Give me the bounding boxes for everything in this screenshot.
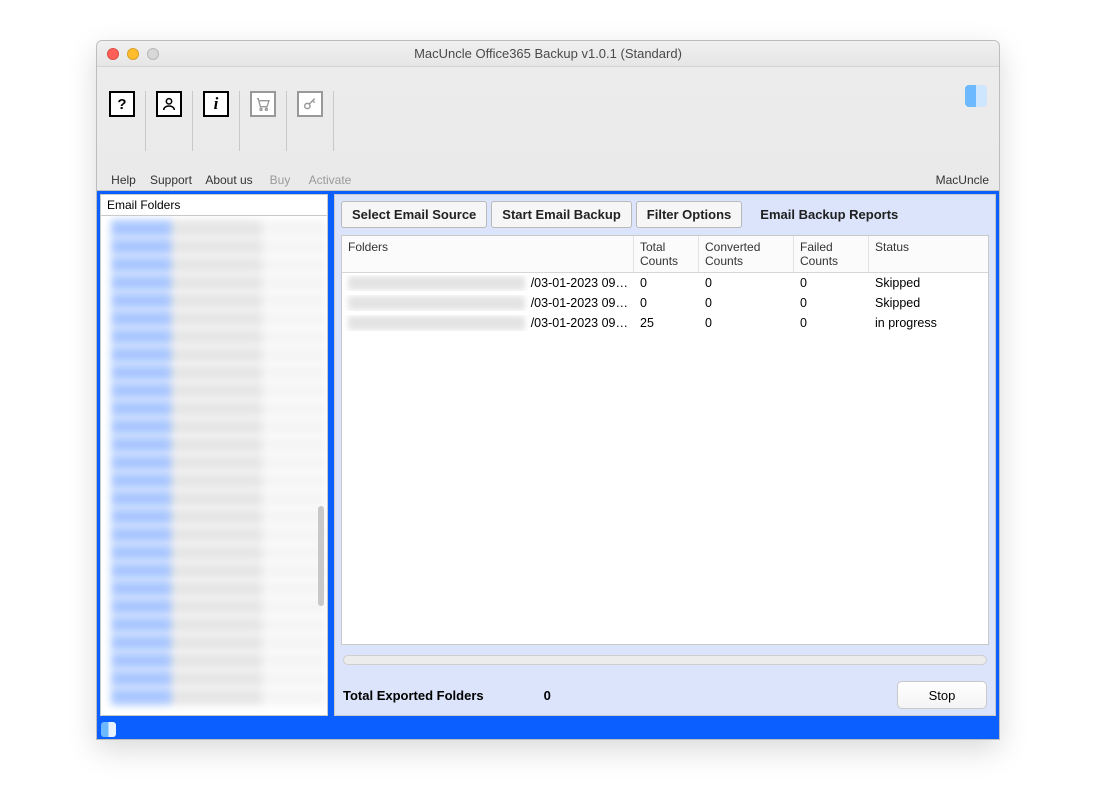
folder-item[interactable] [111,346,327,363]
stop-button[interactable]: Stop [897,681,987,709]
cell-failed: 0 [794,295,869,311]
folder-item[interactable] [111,652,327,669]
folder-item[interactable] [111,256,327,273]
exported-summary: Total Exported Folders 0 [343,688,551,703]
cell-status: Skipped [869,295,988,311]
folder-item[interactable] [111,616,327,633]
about-label: About us [200,173,258,187]
folder-item[interactable] [111,508,327,525]
cell-converted: 0 [699,295,794,311]
cell-status: in progress [869,315,988,331]
email-folders-list[interactable] [101,216,327,715]
folder-item[interactable] [111,292,327,309]
folder-item[interactable] [111,328,327,345]
folder-item[interactable] [111,238,327,255]
about-button[interactable]: i [193,91,240,151]
th-total: Total Counts [634,236,699,272]
cell-failed: 0 [794,315,869,331]
table-row[interactable]: /03-01-2023 09… 25 0 0 in progress [342,313,988,333]
progress-bar [343,655,987,665]
exported-value: 0 [544,688,551,703]
folder-item[interactable] [111,310,327,327]
question-icon: ? [109,91,135,117]
folder-item[interactable] [111,562,327,579]
folder-item[interactable] [111,634,327,651]
support-label: Support [142,173,200,187]
person-icon [156,91,182,117]
tab-backup-reports[interactable]: Email Backup Reports [746,202,908,227]
folder-item[interactable] [111,454,327,471]
tab-start-backup[interactable]: Start Email Backup [491,201,632,228]
cell-converted: 0 [699,315,794,331]
toolbar-labels: Help Support About us Buy Activate [105,173,358,187]
folder-item[interactable] [111,418,327,435]
folder-item[interactable] [111,400,327,417]
table-body: /03-01-2023 09… 0 0 0 Skipped /03-01-202… [342,273,988,644]
scrollbar-thumb[interactable] [318,506,324,606]
th-converted: Converted Counts [699,236,794,272]
titlebar: MacUncle Office365 Backup v1.0.1 (Standa… [97,41,999,67]
folder-item[interactable] [111,472,327,489]
cart-icon [250,91,276,117]
exported-label: Total Exported Folders [343,688,484,703]
activate-button[interactable] [287,91,334,151]
cell-folder: /03-01-2023 09… [342,295,634,311]
cell-total: 0 [634,275,699,291]
cell-failed: 0 [794,275,869,291]
email-folders-panel: Email Folders [100,194,328,716]
report-table: Folders Total Counts Converted Counts Fa… [341,235,989,645]
folder-item[interactable] [111,382,327,399]
window-title: MacUncle Office365 Backup v1.0.1 (Standa… [97,46,999,61]
main-body: Email Folders [97,191,999,719]
support-button[interactable] [146,91,193,151]
tabs: Select Email Source Start Email Backup F… [341,201,989,228]
tab-select-source[interactable]: Select Email Source [341,201,487,228]
folder-item[interactable] [111,526,327,543]
buy-button[interactable] [240,91,287,151]
table-row[interactable]: /03-01-2023 09… 0 0 0 Skipped [342,273,988,293]
table-header: Folders Total Counts Converted Counts Fa… [342,236,988,273]
app-window: MacUncle Office365 Backup v1.0.1 (Standa… [96,40,1000,740]
status-bar [97,719,999,739]
tab-filter-options[interactable]: Filter Options [636,201,743,228]
cell-converted: 0 [699,275,794,291]
activate-label: Activate [302,173,358,187]
cell-status: Skipped [869,275,988,291]
macuncle-small-icon [101,722,116,737]
toolbar: ? i Help Supp [97,67,999,191]
buy-label: Buy [258,173,302,187]
help-button[interactable]: ? [105,91,146,151]
cell-folder: /03-01-2023 09… [342,275,634,291]
th-folders: Folders [342,236,634,272]
table-row[interactable]: /03-01-2023 09… 0 0 0 Skipped [342,293,988,313]
help-label: Help [105,173,142,187]
folder-item[interactable] [111,436,327,453]
folder-item[interactable] [111,364,327,381]
cell-total: 25 [634,315,699,331]
key-icon [297,91,323,117]
macuncle-logo-icon [965,85,987,107]
cell-folder: /03-01-2023 09… [342,315,634,331]
folder-item[interactable] [111,688,327,705]
folder-item[interactable] [111,490,327,507]
th-failed: Failed Counts [794,236,869,272]
footer-row: Total Exported Folders 0 Stop [341,681,989,709]
folder-item[interactable] [111,220,327,237]
th-status: Status [869,236,988,272]
brand-label: MacUncle [936,173,989,187]
folder-item[interactable] [111,274,327,291]
cell-total: 0 [634,295,699,311]
right-panel: Select Email Source Start Email Backup F… [334,194,996,716]
folder-item[interactable] [111,580,327,597]
info-icon: i [203,91,229,117]
folder-item[interactable] [111,670,327,687]
folder-item[interactable] [111,544,327,561]
toolbar-divider [97,190,999,191]
email-folders-title: Email Folders [101,195,327,216]
folder-item[interactable] [111,598,327,615]
